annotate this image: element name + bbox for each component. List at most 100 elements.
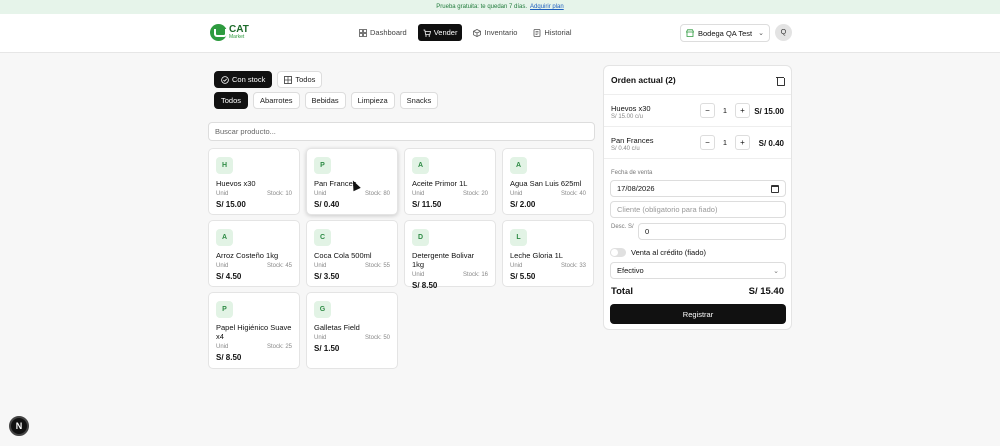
product-initial: A xyxy=(412,157,429,174)
credit-toggle-label: Venta al crédito (fiado) xyxy=(631,248,707,257)
product-unit: Unid xyxy=(314,263,327,269)
product-name: Leche Gloria 1L xyxy=(510,251,563,260)
credit-toggle[interactable] xyxy=(610,248,626,257)
register-button[interactable]: Registrar xyxy=(610,304,786,324)
sale-date-field[interactable]: 17/08/2026 xyxy=(610,180,786,197)
category-bebidas[interactable]: Bebidas xyxy=(304,92,346,109)
top-navbar: CAT Market Dashboard Vender Inventario H… xyxy=(0,14,1000,53)
product-unit: Unid xyxy=(216,191,229,197)
category-limpieza[interactable]: Limpieza xyxy=(350,92,395,109)
product-initial: C xyxy=(314,229,331,246)
total-value: S/ 15.40 xyxy=(748,286,784,297)
nav-inventario[interactable]: Inventario xyxy=(468,24,522,41)
total-label: Total xyxy=(611,286,633,297)
next-devtools-button[interactable]: N xyxy=(9,416,29,436)
history-icon xyxy=(534,28,541,37)
product-price: S/ 2.00 xyxy=(510,200,536,209)
buy-plan-link[interactable]: Adquirir plan xyxy=(530,4,564,10)
product-stock: Stock: 40 xyxy=(560,191,586,197)
product-stock: Stock: 50 xyxy=(364,335,390,341)
product-name: Detergente Bolivar 1kg xyxy=(412,251,475,269)
quantity-value: 1 xyxy=(722,138,728,147)
product-price: S/ 8.50 xyxy=(412,281,438,290)
search-input[interactable]: Buscar producto... xyxy=(208,122,595,141)
product-initial: A xyxy=(216,229,233,246)
product-stock: Stock: 45 xyxy=(266,263,292,269)
product-name: Papel Higiénico Suave x4 xyxy=(216,323,292,341)
product-stock: Stock: 33 xyxy=(560,263,586,269)
decrease-button[interactable]: − xyxy=(700,103,715,118)
cart-logo-icon xyxy=(210,24,227,41)
chevron-down-icon: ⌄ xyxy=(758,30,764,37)
calendar-icon xyxy=(771,184,779,193)
nav-historial[interactable]: Historial xyxy=(528,24,576,41)
store-selector[interactable]: Bodega QA Test ⌄ xyxy=(680,24,770,42)
product-card[interactable]: P Papel Higiénico Suave x4 Unid Stock: 25… xyxy=(208,292,300,369)
trial-banner: Prueba gratuita: te quedan 7 días. Adquir… xyxy=(0,0,1000,14)
nav-dashboard-label: Dashboard xyxy=(370,28,407,37)
chevron-down-icon: ⌄ xyxy=(773,267,779,275)
category-tabs: Todos Abarrotes Bebidas Limpieza Snacks xyxy=(214,92,439,109)
product-card[interactable]: L Leche Gloria 1L Unid Stock: 33 S/ 5.50 xyxy=(502,220,594,287)
filter-con-stock[interactable]: Con stock xyxy=(214,71,273,88)
payment-method-value: Efectivo xyxy=(617,266,644,275)
product-card[interactable]: A Arroz Costeño 1kg Unid Stock: 45 S/ 4.5… xyxy=(208,220,300,287)
nav-vender-label: Vender xyxy=(433,28,458,37)
product-card[interactable]: H Huevos x30 Unid Stock: 10 S/ 15.00 xyxy=(208,148,300,215)
quantity-value: 1 xyxy=(722,106,728,115)
nav-dashboard[interactable]: Dashboard xyxy=(354,24,412,41)
product-card[interactable]: C Coca Cola 500ml Unid Stock: 55 S/ 3.50 xyxy=(306,220,398,287)
payment-method-select[interactable]: Efectivo ⌄ xyxy=(610,262,786,279)
product-card[interactable]: D Detergente Bolivar 1kg Unid Stock: 16 S… xyxy=(404,220,496,290)
product-stock: Stock: 55 xyxy=(364,263,390,269)
increase-button[interactable]: + xyxy=(735,135,750,150)
nav-inventario-label: Inventario xyxy=(484,28,518,37)
order-line-total: S/ 15.00 xyxy=(754,107,784,116)
product-price: S/ 5.50 xyxy=(510,272,536,281)
filter-todos-label: Todos xyxy=(295,75,316,84)
user-avatar[interactable]: Q xyxy=(775,24,792,41)
product-name: Agua San Luis 625ml xyxy=(510,179,582,188)
discount-input[interactable]: 0 xyxy=(638,223,786,240)
order-panel: Orden actual (2) Huevos x30 S/ 15.00 c/u… xyxy=(603,65,792,330)
trash-icon[interactable] xyxy=(776,76,785,86)
category-snacks[interactable]: Snacks xyxy=(399,92,439,109)
brand-logo[interactable]: CAT Market xyxy=(210,24,249,41)
product-stock: Stock: 10 xyxy=(266,191,292,197)
category-todos[interactable]: Todos xyxy=(214,92,249,109)
store-icon xyxy=(686,29,694,37)
filter-con-stock-label: Con stock xyxy=(232,75,266,84)
increase-button[interactable]: + xyxy=(735,103,750,118)
product-unit: Unid xyxy=(216,263,229,269)
product-price: S/ 1.50 xyxy=(314,344,340,353)
filter-todos[interactable]: Todos xyxy=(277,71,323,88)
main-nav: Dashboard Vender Inventario Historial xyxy=(354,24,577,41)
order-line-total: S/ 0.40 xyxy=(758,139,784,148)
product-unit: Unid xyxy=(412,191,425,197)
product-initial: G xyxy=(314,301,331,318)
product-unit: Unid xyxy=(510,263,523,269)
nav-historial-label: Historial xyxy=(544,28,572,37)
box-icon xyxy=(473,28,482,37)
product-stock: Stock: 20 xyxy=(462,191,488,197)
nav-vender[interactable]: Vender xyxy=(417,24,463,41)
product-name: Aceite Primor 1L xyxy=(412,179,468,188)
product-stock: Stock: 80 xyxy=(364,191,390,197)
product-price: S/ 11.50 xyxy=(412,200,442,209)
order-title: Orden actual (2) xyxy=(611,75,676,85)
product-unit: Unid xyxy=(314,191,327,197)
discount-label: Desc. S/ xyxy=(611,224,634,230)
product-grid: H Huevos x30 Unid Stock: 10 S/ 15.00 P Pa… xyxy=(208,148,594,369)
category-abarrotes[interactable]: Abarrotes xyxy=(253,92,300,109)
decrease-button[interactable]: − xyxy=(700,135,715,150)
order-line: Pan Frances S/ 0.40 c/u − 1 + S/ 0.40 xyxy=(604,127,791,159)
client-input[interactable]: Cliente (obligatorio para fiado) xyxy=(610,201,786,218)
product-initial: L xyxy=(510,229,527,246)
product-price: S/ 8.50 xyxy=(216,353,242,362)
product-card[interactable]: G Galletas Field Unid Stock: 50 S/ 1.50 xyxy=(306,292,398,369)
product-unit: Unid xyxy=(314,335,327,341)
product-stock: Stock: 16 xyxy=(462,272,488,278)
product-name: Coca Cola 500ml xyxy=(314,251,372,260)
product-card[interactable]: A Agua San Luis 625ml Unid Stock: 40 S/ 2… xyxy=(502,148,594,215)
product-card[interactable]: A Aceite Primor 1L Unid Stock: 20 S/ 11.5… xyxy=(404,148,496,215)
